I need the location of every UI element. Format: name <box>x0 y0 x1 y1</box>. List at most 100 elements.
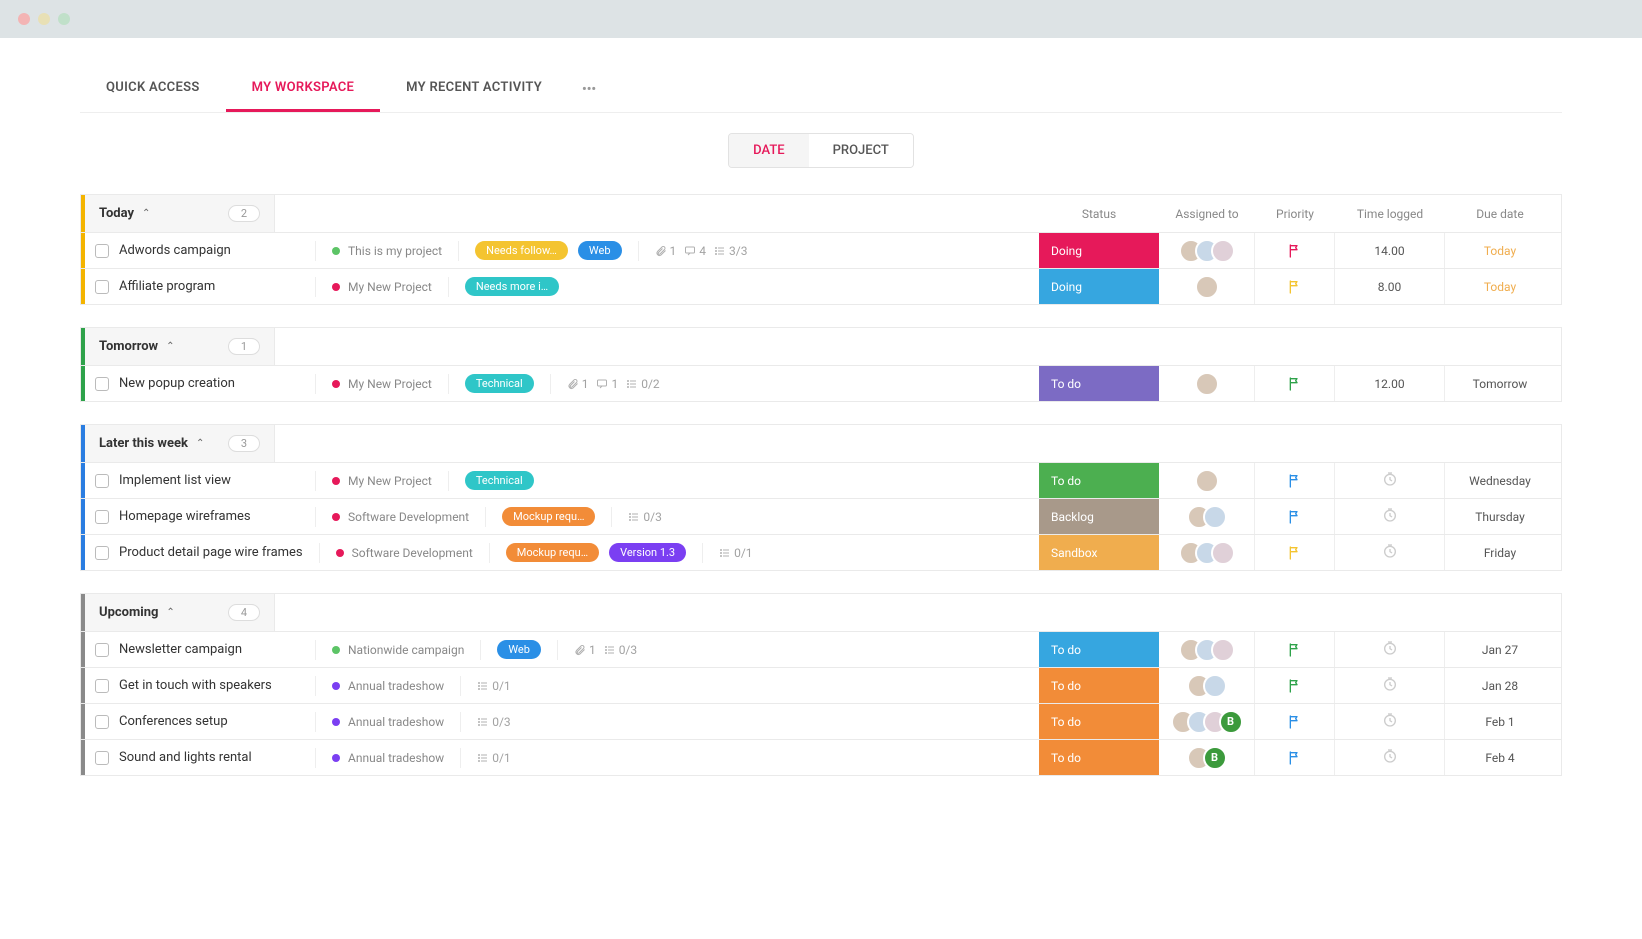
due-date-cell[interactable]: Today <box>1445 233 1555 268</box>
clock-icon[interactable] <box>1382 543 1398 562</box>
due-date-cell[interactable]: Friday <box>1445 535 1555 570</box>
clock-icon[interactable] <box>1382 676 1398 695</box>
section-toggle[interactable]: Upcoming ⌃ 4 <box>85 594 275 631</box>
avatar[interactable] <box>1195 469 1219 493</box>
assigned-cell[interactable] <box>1159 233 1255 268</box>
assigned-cell[interactable] <box>1159 366 1255 401</box>
subtasks-count[interactable]: 0/2 <box>626 377 659 391</box>
avatar[interactable] <box>1203 674 1227 698</box>
tab-quick-access[interactable]: QUICK ACCESS <box>80 66 226 112</box>
time-logged-cell[interactable] <box>1335 632 1445 667</box>
status-cell[interactable]: To do <box>1039 668 1159 703</box>
task-row[interactable]: Implement list view My New Project Techn… <box>80 463 1562 499</box>
avatar[interactable] <box>1195 275 1219 299</box>
time-logged-cell[interactable]: 12.00 <box>1335 366 1445 401</box>
due-date-cell[interactable]: Feb 1 <box>1445 704 1555 739</box>
status-cell[interactable]: To do <box>1039 463 1159 498</box>
subtasks-count[interactable]: 0/1 <box>477 751 510 765</box>
avatar-initial[interactable]: B <box>1203 746 1227 770</box>
avatar[interactable] <box>1195 372 1219 396</box>
priority-cell[interactable] <box>1255 535 1335 570</box>
task-row[interactable]: Adwords campaign This is my project Need… <box>80 233 1562 269</box>
subtasks-count[interactable]: 3/3 <box>714 244 747 258</box>
task-project[interactable]: Annual tradeshow <box>332 679 444 693</box>
avatar[interactable] <box>1211 638 1235 662</box>
task-name[interactable]: Adwords campaign <box>119 243 299 258</box>
status-cell[interactable]: Backlog <box>1039 499 1159 534</box>
clock-icon[interactable] <box>1382 640 1398 659</box>
task-name[interactable]: Affiliate program <box>119 279 299 294</box>
task-checkbox[interactable] <box>95 280 109 294</box>
status-cell[interactable]: To do <box>1039 632 1159 667</box>
task-checkbox[interactable] <box>95 244 109 258</box>
task-row[interactable]: New popup creation My New Project Techni… <box>80 366 1562 402</box>
assigned-cell[interactable]: B <box>1159 704 1255 739</box>
due-date-cell[interactable]: Today <box>1445 269 1555 304</box>
clock-icon[interactable] <box>1382 507 1398 526</box>
task-checkbox[interactable] <box>95 715 109 729</box>
time-logged-cell[interactable] <box>1335 499 1445 534</box>
task-checkbox[interactable] <box>95 679 109 693</box>
avatar[interactable] <box>1211 541 1235 565</box>
status-cell[interactable]: To do <box>1039 704 1159 739</box>
task-name[interactable]: Homepage wireframes <box>119 509 299 524</box>
task-project[interactable]: My New Project <box>332 474 432 488</box>
view-by-project-button[interactable]: PROJECT <box>809 134 913 167</box>
assigned-cell[interactable]: B <box>1159 740 1255 775</box>
task-name[interactable]: Sound and lights rental <box>119 750 299 765</box>
section-toggle[interactable]: Today ⌃ 2 <box>85 195 275 232</box>
task-row[interactable]: Affiliate program My New Project Needs m… <box>80 269 1562 305</box>
time-logged-cell[interactable] <box>1335 463 1445 498</box>
time-logged-cell[interactable]: 8.00 <box>1335 269 1445 304</box>
clock-icon[interactable] <box>1382 748 1398 767</box>
due-date-cell[interactable]: Wednesday <box>1445 463 1555 498</box>
tabs-more-icon[interactable]: ••• <box>568 68 610 111</box>
time-logged-cell[interactable] <box>1335 740 1445 775</box>
avatar[interactable] <box>1211 239 1235 263</box>
status-cell[interactable]: Sandbox <box>1039 535 1159 570</box>
attachments-count[interactable]: 1 <box>655 244 677 258</box>
avatar-initial[interactable]: B <box>1219 710 1243 734</box>
priority-cell[interactable] <box>1255 463 1335 498</box>
section-toggle[interactable]: Later this week ⌃ 3 <box>85 425 275 462</box>
attachments-count[interactable]: 1 <box>567 377 589 391</box>
minimize-window-icon[interactable] <box>38 13 50 25</box>
task-row[interactable]: Product detail page wire frames Software… <box>80 535 1562 571</box>
priority-cell[interactable] <box>1255 499 1335 534</box>
status-cell[interactable]: Doing <box>1039 269 1159 304</box>
task-project[interactable]: Nationwide campaign <box>332 643 464 657</box>
task-project[interactable]: Annual tradeshow <box>332 715 444 729</box>
task-label-badge[interactable]: Web <box>497 640 541 659</box>
time-logged-cell[interactable]: 14.00 <box>1335 233 1445 268</box>
task-row[interactable]: Homepage wireframes Software Development… <box>80 499 1562 535</box>
task-checkbox[interactable] <box>95 546 109 560</box>
comments-count[interactable]: 4 <box>684 244 706 258</box>
time-logged-cell[interactable] <box>1335 535 1445 570</box>
task-project[interactable]: My New Project <box>332 377 432 391</box>
assigned-cell[interactable] <box>1159 269 1255 304</box>
task-checkbox[interactable] <box>95 751 109 765</box>
maximize-window-icon[interactable] <box>58 13 70 25</box>
task-row[interactable]: Conferences setup Annual tradeshow 0/3 T… <box>80 704 1562 740</box>
task-label-badge[interactable]: Technical <box>465 374 534 393</box>
due-date-cell[interactable]: Thursday <box>1445 499 1555 534</box>
assigned-cell[interactable] <box>1159 632 1255 667</box>
clock-icon[interactable] <box>1382 471 1398 490</box>
priority-cell[interactable] <box>1255 632 1335 667</box>
comments-count[interactable]: 1 <box>596 377 618 391</box>
due-date-cell[interactable]: Feb 4 <box>1445 740 1555 775</box>
subtasks-count[interactable]: 0/3 <box>477 715 510 729</box>
task-label-badge[interactable]: Web <box>578 241 622 260</box>
subtasks-count[interactable]: 0/3 <box>604 643 637 657</box>
task-label-badge[interactable]: Mockup requ… <box>502 507 595 526</box>
task-name[interactable]: Implement list view <box>119 473 299 488</box>
subtasks-count[interactable]: 0/1 <box>477 679 510 693</box>
task-row[interactable]: Newsletter campaign Nationwide campaign … <box>80 632 1562 668</box>
tab-my-recent-activity[interactable]: MY RECENT ACTIVITY <box>380 66 568 112</box>
close-window-icon[interactable] <box>18 13 30 25</box>
task-checkbox[interactable] <box>95 474 109 488</box>
task-name[interactable]: New popup creation <box>119 376 299 391</box>
task-name[interactable]: Conferences setup <box>119 714 299 729</box>
priority-cell[interactable] <box>1255 233 1335 268</box>
due-date-cell[interactable]: Jan 28 <box>1445 668 1555 703</box>
